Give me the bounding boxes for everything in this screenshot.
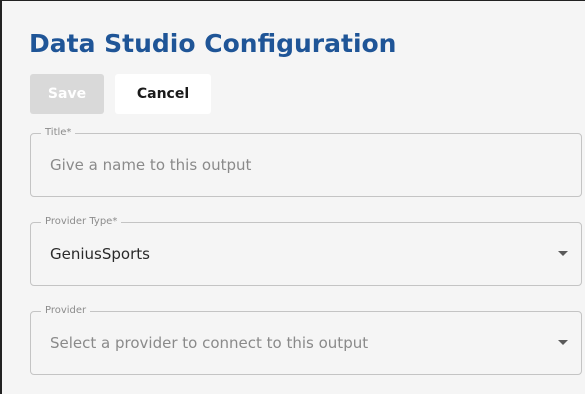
page-title: Data Studio Configuration: [29, 29, 397, 58]
provider-type-label: Provider Type*: [41, 215, 122, 229]
provider-type-select[interactable]: Provider Type* GeniusSports: [30, 215, 582, 286]
provider-select[interactable]: Provider Select a provider to connect to…: [30, 304, 582, 375]
save-button[interactable]: Save: [30, 74, 104, 114]
chevron-down-icon[interactable]: [558, 251, 568, 256]
title-field-placeholder: Give a name to this output: [50, 156, 252, 174]
cancel-button[interactable]: Cancel: [115, 74, 211, 114]
configuration-panel: Data Studio Configuration Save Cancel Ti…: [0, 0, 585, 394]
provider-label: Provider: [41, 304, 91, 318]
title-field-label: Title*: [41, 126, 76, 140]
provider-placeholder: Select a provider to connect to this out…: [50, 334, 369, 352]
provider-type-value: GeniusSports: [50, 245, 150, 263]
title-field[interactable]: Title* Give a name to this output: [30, 126, 582, 197]
chevron-down-icon[interactable]: [558, 340, 568, 345]
